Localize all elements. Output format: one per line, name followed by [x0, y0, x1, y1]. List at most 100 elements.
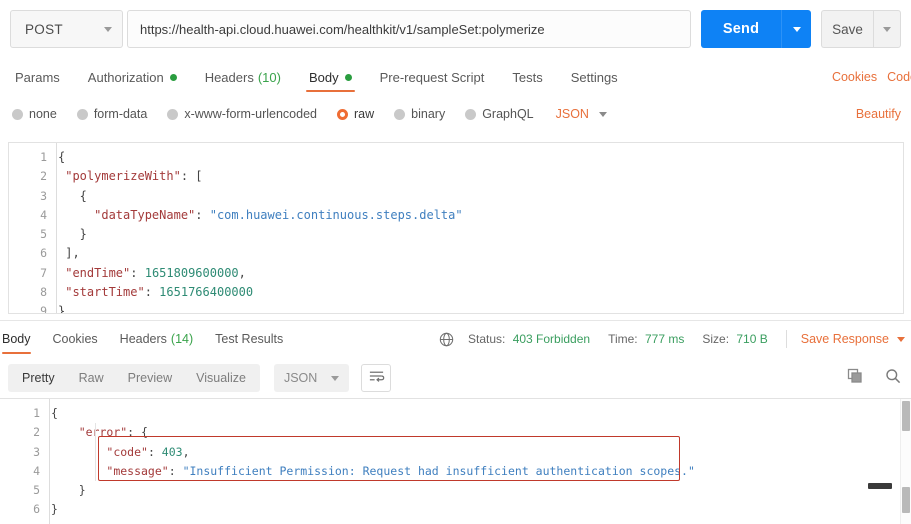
- response-scrollbar-vertical[interactable]: [900, 399, 911, 524]
- tab-label: Headers: [204, 69, 254, 85]
- word-wrap-button[interactable]: [361, 364, 392, 392]
- response-tab-test-results[interactable]: Test Results: [215, 322, 283, 356]
- code-token: 403: [161, 444, 183, 459]
- response-toolbar: Pretty Raw Preview Visualize JSON: [0, 358, 911, 398]
- send-button[interactable]: Send: [701, 10, 781, 48]
- response-view-visualize[interactable]: Visualize: [184, 364, 258, 392]
- code-token: :: [144, 285, 160, 300]
- response-tab-headers[interactable]: Headers (14): [120, 322, 193, 356]
- http-method-select[interactable]: POST: [10, 10, 123, 48]
- code-link[interactable]: Code: [887, 70, 911, 84]
- chevron-down-icon: [104, 26, 112, 32]
- code-token: "error": [78, 425, 128, 440]
- line-number: 3: [33, 444, 40, 459]
- search-button[interactable]: [885, 368, 901, 389]
- send-options-button[interactable]: [781, 10, 811, 48]
- code-token: "com.huawei.continuous.steps.delta": [209, 207, 463, 222]
- body-type-label: x-www-form-urlencoded: [184, 107, 317, 121]
- request-body-editor[interactable]: 1 2 3 4 5 6 7 8 9 { "polymerizeWith": [ { "dataT…: [8, 142, 904, 314]
- beautify-button[interactable]: Beautify: [856, 96, 901, 132]
- tab-body[interactable]: Body: [305, 58, 355, 96]
- response-tab-body[interactable]: Body: [2, 322, 31, 356]
- response-body-editor[interactable]: 1 2 3 4 5 6 { "error": { "code": 403, "messag…: [0, 398, 911, 524]
- copy-icon: [847, 368, 863, 389]
- tab-label: Body: [308, 69, 339, 85]
- response-view-switcher: Pretty Raw Preview Visualize: [8, 364, 260, 392]
- copy-button[interactable]: [847, 368, 863, 389]
- status-dot-icon: [169, 73, 177, 81]
- radio-icon: [465, 108, 477, 120]
- tab-settings[interactable]: Settings: [568, 58, 621, 96]
- line-number: 4: [40, 207, 47, 222]
- tab-params[interactable]: Params: [12, 58, 63, 96]
- body-type-none[interactable]: none: [12, 107, 57, 121]
- line-number: 8: [40, 285, 47, 300]
- body-type-form-data[interactable]: form-data: [76, 107, 148, 121]
- body-format-value: JSON: [555, 107, 589, 121]
- line-number: 6: [40, 246, 47, 261]
- time-label: Time:: [608, 332, 638, 346]
- cookies-link[interactable]: Cookies: [832, 70, 877, 84]
- status-value: 403 Forbidden: [512, 332, 591, 346]
- response-view-pretty[interactable]: Pretty: [10, 364, 67, 392]
- line-number: 4: [33, 463, 40, 478]
- response-tab-cookies[interactable]: Cookies: [53, 322, 98, 356]
- tab-authorization[interactable]: Authorization: [85, 58, 180, 96]
- line-number: 9: [40, 304, 47, 314]
- code-line: {: [51, 404, 911, 423]
- code-token: :: [168, 463, 183, 478]
- tab-label: Body: [2, 332, 31, 346]
- tab-pre-request-script[interactable]: Pre-request Script: [377, 58, 488, 96]
- request-url-bar: POST https://health-api.cloud.huawei.com…: [0, 0, 911, 58]
- scrollbar-horizontal[interactable]: [868, 483, 892, 489]
- body-format-select[interactable]: JSON: [556, 107, 607, 121]
- code-token: : [: [180, 169, 203, 184]
- code-token: : {: [127, 425, 148, 440]
- response-view-preview[interactable]: Preview: [116, 364, 184, 392]
- body-type-raw[interactable]: raw: [337, 107, 374, 121]
- radio-icon: [12, 108, 23, 120]
- save-options-button[interactable]: [873, 10, 901, 48]
- request-right-links: Cookies Code: [822, 58, 911, 96]
- response-editor-gutter: 1 2 3 4 5 6: [0, 399, 50, 524]
- body-type-binary[interactable]: binary: [394, 107, 445, 121]
- scrollbar-thumb-secondary[interactable]: [902, 487, 910, 513]
- code-token: ,: [238, 265, 246, 280]
- request-tabs: Params Authorization Headers (10) Body P…: [0, 58, 911, 96]
- save-response-button[interactable]: Save Response: [801, 332, 911, 346]
- response-editor-code[interactable]: { "error": { "code": 403, "message": "In…: [51, 399, 911, 524]
- code-token: :: [130, 265, 145, 280]
- body-type-label: form-data: [93, 107, 148, 121]
- code-token: 1651809600000: [144, 265, 239, 280]
- scrollbar-thumb[interactable]: [902, 401, 910, 431]
- indent-guide: [95, 423, 96, 481]
- radio-selected-icon: [337, 108, 348, 120]
- save-button[interactable]: Save: [821, 10, 873, 48]
- tab-tests[interactable]: Tests: [509, 58, 545, 96]
- response-format-select[interactable]: JSON: [273, 364, 350, 392]
- code-token: ,: [182, 444, 190, 459]
- request-url-input[interactable]: https://health-api.cloud.huawei.com/heal…: [127, 10, 691, 48]
- body-type-x-www-form-urlencoded[interactable]: x-www-form-urlencoded: [167, 107, 317, 121]
- code-token: :: [195, 207, 210, 222]
- radio-icon: [167, 108, 179, 120]
- save-response-label: Save Response: [800, 332, 889, 346]
- chevron-down-icon: [792, 26, 801, 32]
- response-view-raw[interactable]: Raw: [67, 364, 116, 392]
- body-type-graphql[interactable]: GraphQL: [465, 107, 534, 121]
- code-token: "Insufficient Permission: Request had in…: [182, 463, 695, 478]
- tab-count: (10): [257, 69, 281, 85]
- tab-headers[interactable]: Headers (10): [202, 58, 284, 96]
- status-dot-icon: [344, 73, 352, 81]
- code-token: "message": [106, 463, 169, 478]
- code-line: ],: [58, 244, 903, 263]
- chevron-down-icon: [331, 375, 340, 381]
- request-editor-code[interactable]: { "polymerizeWith": [ { "dataTypeName": …: [58, 143, 903, 313]
- code-line: "message": "Insufficient Permission: Req…: [51, 462, 911, 481]
- line-number: 3: [40, 188, 47, 203]
- line-number: 1: [40, 150, 47, 164]
- request-url-value: https://health-api.cloud.huawei.com/heal…: [140, 21, 545, 37]
- code-token: :: [147, 444, 162, 459]
